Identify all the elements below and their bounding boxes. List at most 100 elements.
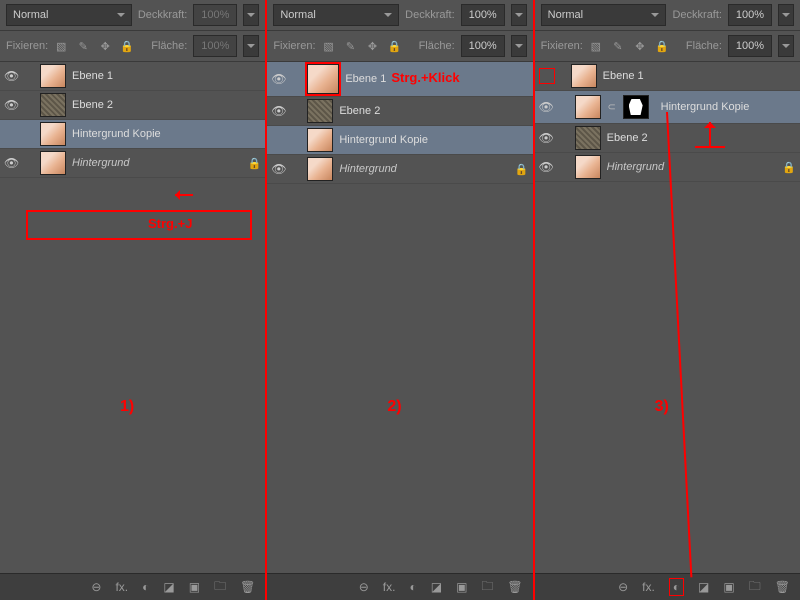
layer-name[interactable]: Ebene 2 [607, 132, 796, 144]
layer-name[interactable]: Ebene 1 [603, 70, 796, 82]
layer-thumb[interactable] [40, 151, 66, 175]
layer-list-2: 👁 Ebene 1 👁 Ebene 2 Hintergrund Kopie 👁 [267, 62, 532, 573]
layer-name[interactable]: Hintergrund Kopie [339, 134, 528, 146]
layer-name[interactable]: Hintergrund Kopie [661, 101, 796, 113]
layer-thumb[interactable] [575, 155, 601, 179]
lock-move-icon[interactable]: ✥ [98, 39, 112, 53]
layer-link-icon[interactable]: ⊂ [607, 102, 617, 113]
layer-thumb[interactable] [40, 93, 66, 117]
fill-stepper[interactable] [778, 35, 794, 57]
visibility-icon[interactable]: 👁 [4, 156, 18, 170]
visibility-icon[interactable]: 👁 [271, 162, 285, 176]
layer-thumb[interactable] [575, 126, 601, 150]
layer-name[interactable]: Ebene 1 [72, 70, 261, 82]
adjustment-icon[interactable]: ◪ [431, 580, 442, 594]
layer-name[interactable]: Ebene 1 [345, 73, 528, 85]
fill-stepper[interactable] [511, 35, 527, 57]
layer-name[interactable]: Hintergrund [72, 157, 241, 169]
layer-name[interactable]: Ebene 2 [339, 105, 528, 117]
layer-thumb[interactable] [571, 64, 597, 88]
fx-icon[interactable]: fx. [115, 580, 128, 594]
link-layers-icon[interactable]: ⊖ [618, 580, 628, 594]
step-number: 1) [120, 398, 134, 416]
fill-value[interactable]: 100% [193, 35, 237, 57]
visibility-icon[interactable]: 👁 [539, 131, 553, 145]
visibility-icon[interactable] [271, 133, 285, 147]
adjustment-icon[interactable]: ◪ [163, 580, 174, 594]
visibility-icon[interactable]: 👁 [539, 160, 553, 174]
adjustment-icon[interactable]: ◪ [698, 580, 709, 594]
link-layers-icon[interactable]: ⊖ [359, 580, 369, 594]
group-icon[interactable]: ▣ [723, 580, 734, 594]
layer-row[interactable]: 👁 Hintergrund 🔒 [0, 149, 265, 178]
fx-icon[interactable]: fx. [383, 580, 396, 594]
opacity-stepper[interactable] [243, 4, 259, 26]
layer-row[interactable]: 👁 Hintergrund 🔒 [267, 155, 532, 184]
layer-row-selected[interactable]: 👁 Ebene 1 [267, 62, 532, 97]
visibility-icon[interactable]: 👁 [4, 69, 18, 83]
mask-icon[interactable]: ◐ [409, 580, 416, 594]
layer-row-selected[interactable]: 👁 ⊂ Hintergrund Kopie [535, 91, 800, 124]
fill-value[interactable]: 100% [728, 35, 772, 57]
visibility-icon[interactable]: 👁 [4, 98, 18, 112]
opacity-value[interactable]: 100% [193, 4, 237, 26]
layer-row-selected[interactable]: Hintergrund Kopie [267, 126, 532, 155]
layer-row[interactable]: 👁 Ebene 2 [535, 124, 800, 153]
opacity-stepper[interactable] [778, 4, 794, 26]
layer-thumb[interactable] [307, 99, 333, 123]
layer-row[interactable]: Ebene 1 [535, 62, 800, 91]
lock-transparency-icon[interactable]: ▧ [589, 39, 603, 53]
visibility-icon[interactable]: 👁 [539, 100, 553, 114]
layer-row[interactable]: 👁 Ebene 2 [0, 91, 265, 120]
lock-all-icon[interactable]: 🔒 [120, 39, 134, 53]
new-layer-icon[interactable]: 🗀 [481, 577, 493, 598]
lock-paint-icon[interactable]: ✎ [344, 39, 358, 53]
opacity-stepper[interactable] [511, 4, 527, 26]
fx-icon[interactable]: fx. [642, 580, 655, 594]
layer-name[interactable]: Hintergrund [607, 161, 776, 173]
fill-stepper[interactable] [243, 35, 259, 57]
trash-icon[interactable]: 🗑 [240, 580, 255, 594]
group-icon[interactable]: ▣ [189, 580, 200, 594]
layer-thumb[interactable] [307, 64, 339, 94]
lock-move-icon[interactable]: ✥ [366, 39, 380, 53]
layer-thumb[interactable] [40, 64, 66, 88]
blend-mode-select[interactable]: Normal [6, 4, 132, 26]
layer-row[interactable]: 👁 Ebene 2 [267, 97, 532, 126]
visibility-icon[interactable] [4, 127, 18, 141]
lock-all-icon[interactable]: 🔒 [655, 39, 669, 53]
new-layer-icon[interactable]: 🗀 [749, 577, 761, 598]
new-layer-icon[interactable]: 🗀 [214, 577, 226, 598]
mask-icon[interactable]: ◐ [669, 578, 684, 596]
layer-name[interactable]: Ebene 2 [72, 99, 261, 111]
fill-value[interactable]: 100% [461, 35, 505, 57]
mask-icon[interactable]: ◐ [142, 580, 149, 594]
visibility-icon[interactable]: 👁 [271, 104, 285, 118]
lock-transparency-icon[interactable]: ▧ [54, 39, 68, 53]
layer-thumb[interactable] [40, 122, 66, 146]
lock-paint-icon[interactable]: ✎ [76, 39, 90, 53]
lock-move-icon[interactable]: ✥ [633, 39, 647, 53]
blend-mode-select[interactable]: Normal [541, 4, 667, 26]
layer-name[interactable]: Hintergrund [339, 163, 508, 175]
link-layers-icon[interactable]: ⊖ [91, 580, 101, 594]
trash-icon[interactable]: 🗑 [775, 580, 790, 594]
group-icon[interactable]: ▣ [456, 580, 467, 594]
layer-row[interactable]: 👁 Hintergrund 🔒 [535, 153, 800, 182]
lock-transparency-icon[interactable]: ▧ [322, 39, 336, 53]
lock-paint-icon[interactable]: ✎ [611, 39, 625, 53]
layer-thumb[interactable] [307, 157, 333, 181]
opacity-value[interactable]: 100% [461, 4, 505, 26]
layer-row[interactable]: 👁 Ebene 1 [0, 62, 265, 91]
blend-mode-select[interactable]: Normal [273, 4, 399, 26]
blend-row: Normal Deckkraft: 100% [0, 0, 265, 31]
visibility-icon[interactable]: 👁 [271, 72, 285, 86]
opacity-value[interactable]: 100% [728, 4, 772, 26]
layer-thumb[interactable] [307, 128, 333, 152]
layer-thumb[interactable] [575, 95, 601, 119]
layer-mask-thumb[interactable] [623, 95, 649, 119]
layer-row-selected[interactable]: Hintergrund Kopie [0, 120, 265, 149]
lock-all-icon[interactable]: 🔒 [388, 39, 402, 53]
trash-icon[interactable]: 🗑 [507, 580, 522, 594]
layer-name[interactable]: Hintergrund Kopie [72, 128, 261, 140]
